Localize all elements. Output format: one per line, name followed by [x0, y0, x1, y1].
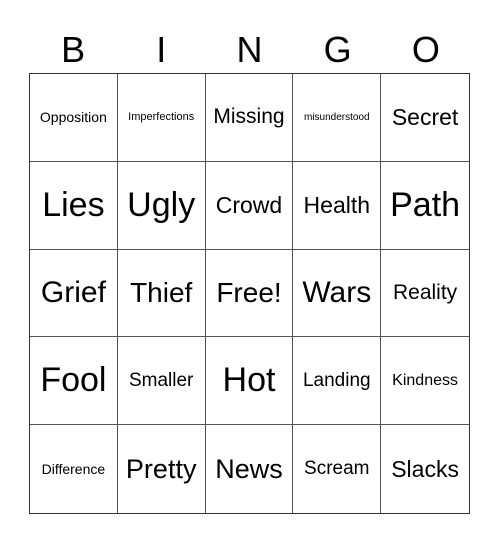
bingo-cell[interactable]: Secret — [381, 74, 469, 162]
bingo-cell[interactable]: Lies — [30, 161, 118, 250]
bingo-cell[interactable]: Wars — [293, 249, 382, 338]
bingo-cell[interactable]: Health — [293, 161, 382, 250]
bingo-cell[interactable]: Opposition — [30, 74, 118, 162]
bingo-cell[interactable]: Fool — [30, 337, 118, 426]
bingo-board: Opposition Imperfections Missing misunde… — [29, 73, 470, 514]
bingo-cell[interactable]: Kindness — [381, 337, 469, 426]
free-space[interactable]: Free! — [205, 249, 294, 338]
bingo-cell[interactable]: News — [206, 425, 294, 513]
bingo-cell[interactable]: Ugly — [117, 161, 206, 250]
bingo-cell[interactable]: Smaller — [117, 337, 206, 426]
bingo-cell[interactable]: Grief — [30, 249, 118, 338]
header-letter-o: O — [411, 29, 440, 70]
bingo-cell[interactable]: Landing — [293, 337, 382, 426]
bingo-cell[interactable]: Reality — [381, 250, 469, 338]
header-letter-g: G — [323, 29, 352, 70]
bingo-cell[interactable]: Pretty — [118, 425, 206, 513]
bingo-cell[interactable]: Scream — [293, 425, 382, 513]
bingo-header: B I N G O — [29, 28, 470, 72]
bingo-cell[interactable]: Slacks — [381, 425, 469, 513]
bingo-cell[interactable]: Path — [381, 162, 469, 250]
bingo-cell[interactable]: Imperfections — [117, 74, 206, 162]
bingo-cell[interactable]: misunderstood — [293, 74, 382, 162]
bingo-cell[interactable]: Thief — [117, 249, 206, 338]
header-letter-n: N — [236, 29, 263, 70]
bingo-cell[interactable]: Difference — [30, 425, 118, 513]
header-letter-b: B — [61, 29, 86, 70]
bingo-cell[interactable]: Missing — [205, 74, 294, 162]
bingo-cell[interactable]: Crowd — [205, 161, 294, 250]
bingo-cell[interactable]: Hot — [205, 337, 294, 426]
header-letter-i: I — [156, 29, 167, 70]
